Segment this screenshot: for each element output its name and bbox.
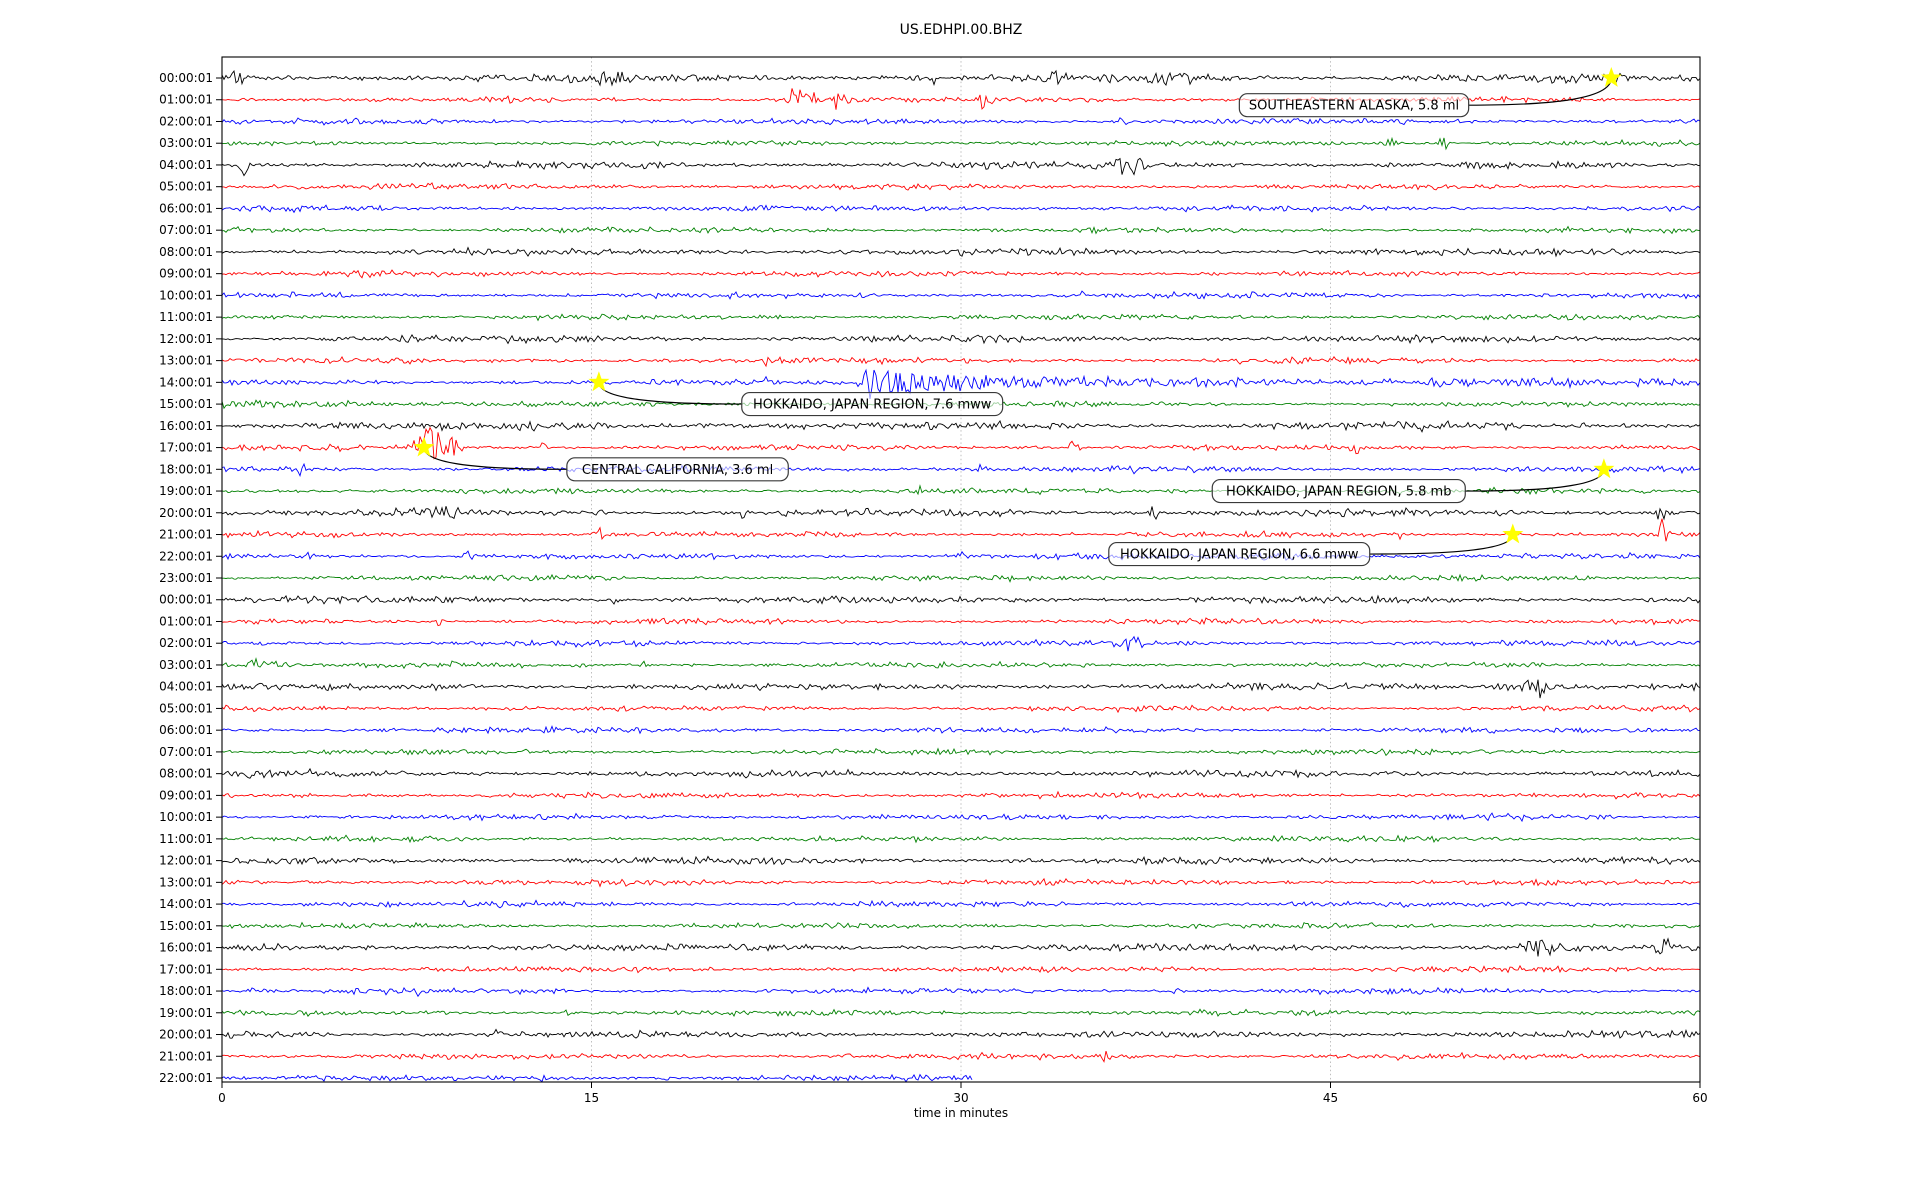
event-annotation-label: HOKKAIDO, JAPAN REGION, 7.6 mww xyxy=(753,398,992,413)
y-tick-label: 19:00:01 xyxy=(159,1006,213,1020)
annotation-connector xyxy=(1465,469,1605,492)
event-star-icon xyxy=(1593,458,1615,479)
y-tick-label: 05:00:01 xyxy=(159,701,213,715)
y-tick-label: 19:00:01 xyxy=(159,484,213,498)
y-tick-label: 00:00:01 xyxy=(159,71,213,85)
annotation-connector xyxy=(1369,534,1514,555)
y-tick-label: 01:00:01 xyxy=(159,93,213,107)
y-tick-label: 11:00:01 xyxy=(159,310,213,324)
y-tick-label: 23:00:01 xyxy=(159,571,213,585)
annotation-connector xyxy=(423,447,567,470)
y-tick-label: 06:00:01 xyxy=(159,201,213,215)
event-star-icon xyxy=(1600,67,1622,87)
x-tick-label: 15 xyxy=(584,1091,599,1105)
y-tick-label: 10:00:01 xyxy=(159,288,213,302)
y-tick-label: 03:00:01 xyxy=(159,136,213,150)
trace-row xyxy=(222,462,1700,477)
x-axis-label: time in minutes xyxy=(914,1106,1008,1120)
y-tick-label: 22:00:01 xyxy=(159,1071,213,1085)
event-annotation-label: HOKKAIDO, JAPAN REGION, 5.8 mb xyxy=(1226,485,1451,500)
x-tick-label: 60 xyxy=(1692,1091,1707,1105)
helicorder-figure: US.EDHPI.00.BHZ SOUTHEASTERN ALASKA, 5.8… xyxy=(0,0,1920,1200)
y-tick-label: 04:00:01 xyxy=(159,680,213,694)
event-annotation-label: SOUTHEASTERN ALASKA, 5.8 ml xyxy=(1249,99,1459,114)
trace-row xyxy=(222,767,1700,779)
y-tick-label: 05:00:01 xyxy=(159,180,213,194)
trace-row xyxy=(222,313,1700,322)
annotation-connector xyxy=(598,382,742,405)
trace-row xyxy=(222,225,1700,235)
event-annotation-label: CENTRAL CALIFORNIA, 3.6 ml xyxy=(582,463,773,478)
y-tick-label: 11:00:01 xyxy=(159,832,213,846)
y-tick-label: 13:00:01 xyxy=(159,875,213,889)
trace-row xyxy=(222,1073,973,1082)
y-tick-label: 17:00:01 xyxy=(159,441,213,455)
page-title: US.EDHPI.00.BHZ xyxy=(900,22,1023,38)
y-tick-label: 09:00:01 xyxy=(159,267,213,281)
y-tick-label: 18:00:01 xyxy=(159,984,213,998)
y-tick-label: 08:00:01 xyxy=(159,245,213,259)
gridlines xyxy=(591,57,1331,1082)
y-tick-label: 12:00:01 xyxy=(159,332,213,346)
y-tick-label: 03:00:01 xyxy=(159,658,213,672)
y-tick-label: 20:00:01 xyxy=(159,506,213,520)
y-tick-label: 04:00:01 xyxy=(159,158,213,172)
trace-row xyxy=(222,1050,1700,1063)
y-tick-label: 01:00:01 xyxy=(159,614,213,628)
trace-row xyxy=(222,573,1700,583)
trace-row xyxy=(222,725,1700,735)
y-tick-label: 20:00:01 xyxy=(159,1028,213,1042)
x-tick-label: 0 xyxy=(218,1091,226,1105)
x-tick-label: 45 xyxy=(1323,1091,1338,1105)
trace-layer xyxy=(222,69,1700,1082)
y-tick-label: 17:00:01 xyxy=(159,962,213,976)
y-tick-label: 07:00:01 xyxy=(159,223,213,237)
y-tick-label: 15:00:01 xyxy=(159,919,213,933)
y-tick-label: 22:00:01 xyxy=(159,549,213,563)
event-star-icon xyxy=(588,371,610,392)
trace-row xyxy=(222,1028,1700,1039)
y-tick-label: 21:00:01 xyxy=(159,528,213,542)
y-tick-label: 15:00:01 xyxy=(159,397,213,411)
y-tick-label: 09:00:01 xyxy=(159,788,213,802)
y-tick-label: 12:00:01 xyxy=(159,854,213,868)
y-tick-label: 13:00:01 xyxy=(159,354,213,368)
helicorder-plot: US.EDHPI.00.BHZ SOUTHEASTERN ALASKA, 5.8… xyxy=(159,22,1708,1120)
trace-row xyxy=(222,484,1700,496)
y-tick-label: 16:00:01 xyxy=(159,941,213,955)
y-tick-label: 10:00:01 xyxy=(159,810,213,824)
y-tick-label: 00:00:01 xyxy=(159,593,213,607)
y-tick-label: 06:00:01 xyxy=(159,723,213,737)
event-star-icon xyxy=(1502,523,1524,544)
y-tick-label: 14:00:01 xyxy=(159,897,213,911)
event-annotation-label: HOKKAIDO, JAPAN REGION, 6.6 mww xyxy=(1120,548,1359,563)
y-tick-label: 07:00:01 xyxy=(159,745,213,759)
y-tick-label: 08:00:01 xyxy=(159,767,213,781)
trace-row xyxy=(222,550,1700,561)
y-tick-label: 21:00:01 xyxy=(159,1049,213,1063)
y-tick-label: 18:00:01 xyxy=(159,462,213,476)
y-tick-label: 16:00:01 xyxy=(159,419,213,433)
event-star-icon xyxy=(413,436,435,457)
y-tick-label: 14:00:01 xyxy=(159,375,213,389)
y-tick-label: 02:00:01 xyxy=(159,114,213,128)
x-tick-label: 30 xyxy=(953,1091,968,1105)
y-tick-label: 02:00:01 xyxy=(159,636,213,650)
